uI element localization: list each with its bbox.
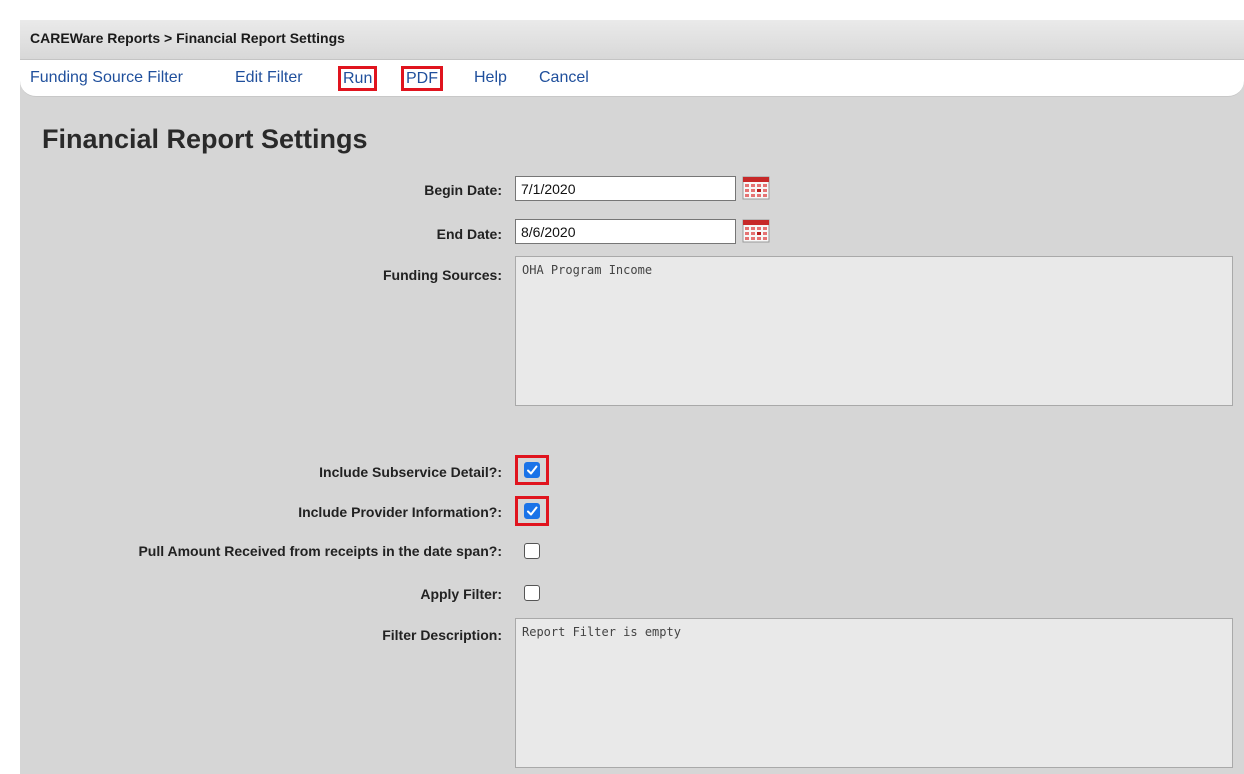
pdf-link[interactable]: PDF bbox=[401, 66, 443, 91]
page-title: Financial Report Settings bbox=[42, 124, 368, 154]
pull-amount-checkbox[interactable] bbox=[524, 543, 540, 559]
checkmark-icon bbox=[527, 465, 538, 475]
include-provider-checkbox[interactable] bbox=[524, 503, 540, 519]
run-link[interactable]: Run bbox=[338, 66, 378, 91]
funding-sources-field[interactable]: OHA Program Income bbox=[515, 256, 1233, 406]
end-date-label: End Date: bbox=[436, 226, 502, 242]
calendar-icon[interactable] bbox=[742, 219, 770, 243]
include-provider-highlight bbox=[515, 496, 549, 526]
calendar-icon[interactable] bbox=[742, 176, 770, 200]
edit-filter-link[interactable]: Edit Filter bbox=[235, 66, 303, 91]
menu-bar: Funding Source Filter Edit Filter Run PD… bbox=[20, 60, 1244, 97]
checkmark-icon bbox=[527, 506, 538, 516]
begin-date-field[interactable] bbox=[515, 176, 736, 201]
cancel-link[interactable]: Cancel bbox=[539, 66, 589, 91]
funding-sources-label: Funding Sources: bbox=[383, 267, 502, 283]
report-settings-window: CAREWare Reports > Financial Report Sett… bbox=[20, 20, 1244, 774]
begin-date-label: Begin Date: bbox=[424, 182, 502, 198]
filter-description-field[interactable]: Report Filter is empty bbox=[515, 618, 1233, 768]
filter-description-label: Filter Description: bbox=[382, 627, 502, 643]
pull-amount-label: Pull Amount Received from receipts in th… bbox=[138, 543, 502, 559]
funding-source-filter-link[interactable]: Funding Source Filter bbox=[30, 66, 183, 91]
include-subservice-label: Include Subservice Detail?: bbox=[319, 464, 502, 480]
include-subservice-checkbox[interactable] bbox=[524, 462, 540, 478]
include-subservice-highlight bbox=[515, 455, 549, 485]
apply-filter-checkbox[interactable] bbox=[524, 585, 540, 601]
end-date-field[interactable] bbox=[515, 219, 736, 244]
breadcrumb: CAREWare Reports > Financial Report Sett… bbox=[20, 20, 1244, 60]
help-link[interactable]: Help bbox=[474, 66, 507, 91]
apply-filter-label: Apply Filter: bbox=[420, 586, 502, 602]
include-provider-label: Include Provider Information?: bbox=[298, 504, 502, 520]
